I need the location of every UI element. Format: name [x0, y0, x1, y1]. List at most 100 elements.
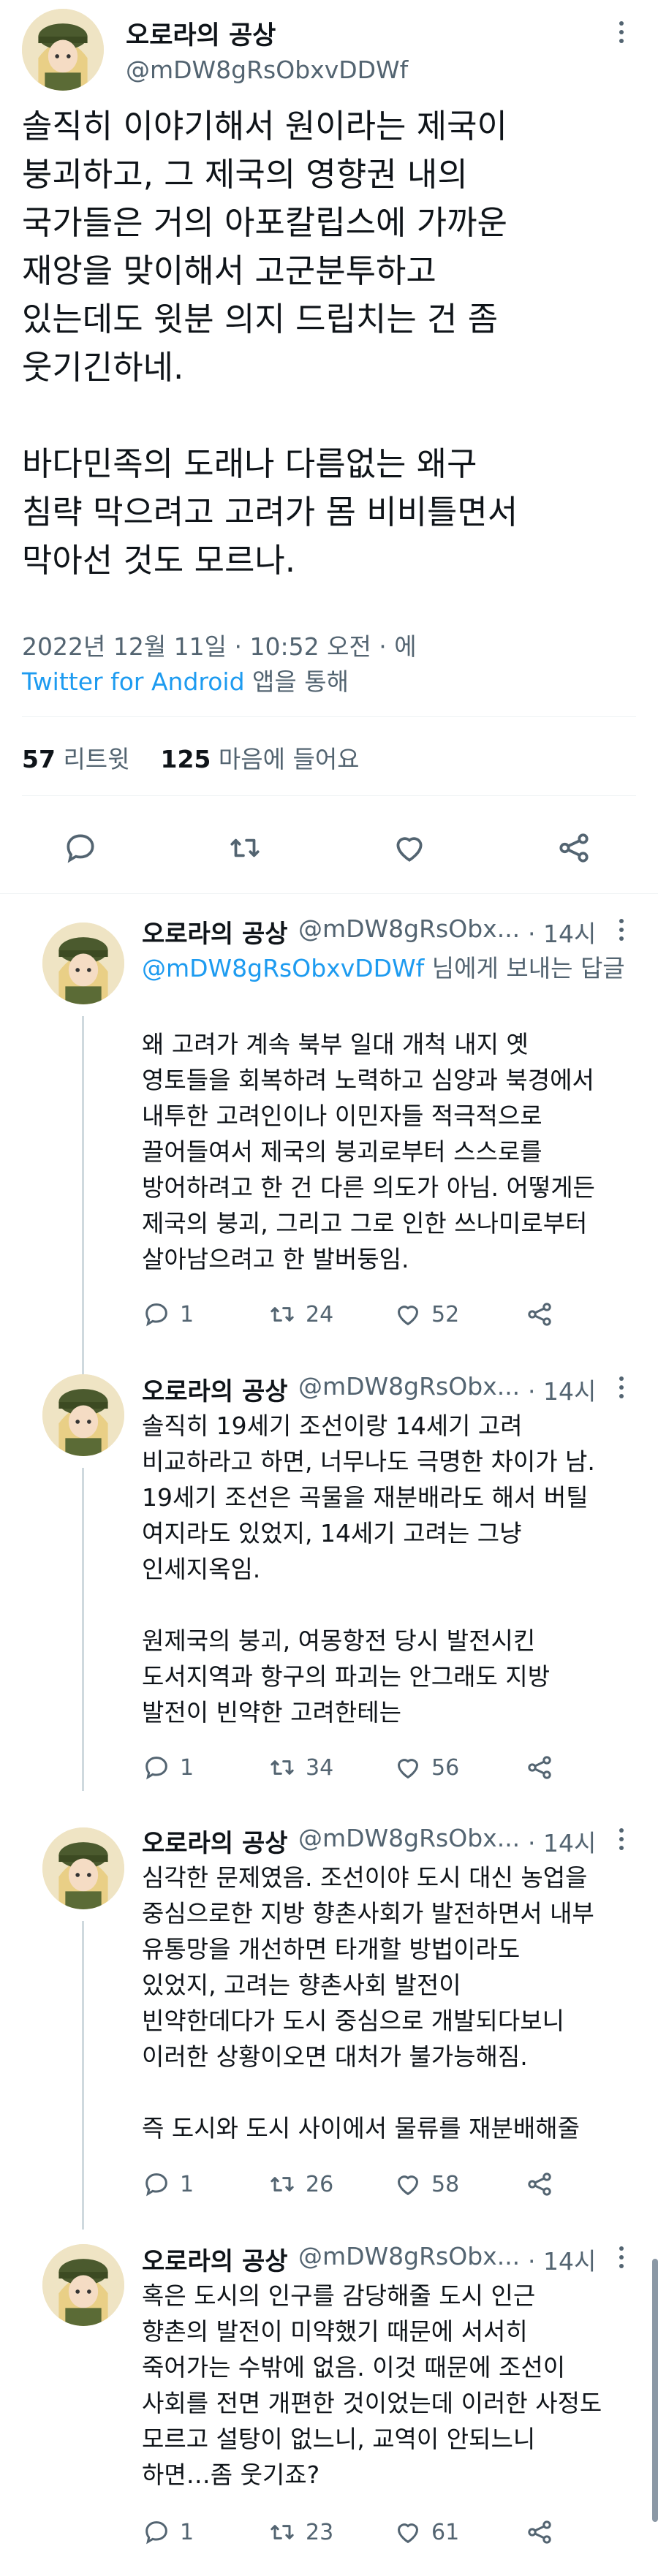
- like-button[interactable]: 61: [393, 2516, 459, 2548]
- reply-count: 1: [180, 2171, 194, 2197]
- reply-action-bar: 1 24 52: [142, 1298, 595, 1330]
- reply-action-bar: 1 23 61: [142, 2516, 595, 2548]
- heart-icon: [397, 2523, 419, 2544]
- tweet-action-bar: [0, 826, 658, 870]
- divider: [0, 893, 658, 894]
- reply-button[interactable]: [58, 826, 102, 870]
- reply-author-handle[interactable]: @mDW8gRsObx...: [298, 1372, 520, 1401]
- more-options-button[interactable]: [607, 1825, 636, 1854]
- share-button[interactable]: [525, 2516, 554, 2548]
- avatar-illustration: [42, 1374, 124, 1456]
- reply-author-handle[interactable]: @mDW8gRsObx...: [298, 914, 520, 943]
- share-icon: [528, 2172, 551, 2196]
- reply-author-name[interactable]: 오로라의 공상: [142, 914, 288, 950]
- reply-time[interactable]: · 14시: [528, 914, 596, 950]
- more-icon: [619, 2255, 624, 2259]
- retweet-label: 리트윗: [63, 745, 130, 773]
- avatar[interactable]: [42, 2244, 124, 2326]
- retweet-icon: [271, 1760, 294, 1775]
- share-button[interactable]: [525, 1751, 554, 1784]
- like-button[interactable]: 56: [393, 1751, 459, 1784]
- like-count: 125: [160, 745, 211, 773]
- reply-count: 1: [180, 2519, 194, 2545]
- avatar[interactable]: [42, 1827, 124, 1909]
- reply-tweet[interactable]: 오로라의 공상 @mDW8gRsObx... · 14시 심각한 문제였음. 조…: [0, 1791, 658, 2230]
- reply-time[interactable]: · 14시: [528, 2242, 596, 2277]
- reply-author-name[interactable]: 오로라의 공상: [142, 1823, 288, 1859]
- avatar[interactable]: [22, 9, 104, 91]
- reply-time[interactable]: · 14시: [528, 1824, 596, 1859]
- like-button[interactable]: 58: [393, 2168, 459, 2200]
- share-icon: [528, 2520, 551, 2544]
- source-link[interactable]: Twitter for Android: [22, 667, 245, 696]
- retweets-stat[interactable]: 57 리트윗: [22, 745, 130, 773]
- heart-icon: [397, 1306, 419, 1326]
- like-count: 56: [431, 1754, 460, 1781]
- thread-line: [82, 1468, 84, 1791]
- reply-button[interactable]: 1: [142, 2168, 194, 2200]
- retweet-icon: [230, 838, 260, 857]
- reply-text: 심각한 문제였음. 조선이야 도시 대신 농업을 중심으로한 지방 향촌사회가 …: [142, 1863, 594, 2143]
- reply-text: 왜 고려가 계속 북부 일대 개척 내지 옛 영토들을 회복하려 노력하고 심양…: [142, 1030, 595, 1273]
- reply-author-name[interactable]: 오로라의 공상: [142, 2241, 288, 2277]
- avatar[interactable]: [42, 1374, 124, 1456]
- share-icon: [528, 1303, 551, 1326]
- scrollbar[interactable]: [652, 2259, 658, 2522]
- share-button[interactable]: [525, 1298, 554, 1330]
- more-options-button[interactable]: [607, 1373, 636, 1402]
- tweet-stats: 57 리트윗 125 마음에 들어요: [22, 740, 360, 775]
- reply-tweet[interactable]: 오로라의 공상 @mDW8gRsObx... · 14시 혹은 도시의 인구를 …: [0, 2230, 658, 2576]
- author-handle[interactable]: @mDW8gRsObxvDDWf: [126, 56, 408, 84]
- heart-icon: [397, 2175, 419, 2196]
- heart-icon: [397, 1759, 419, 1779]
- reply-button[interactable]: 1: [142, 1298, 194, 1330]
- more-options-button[interactable]: [607, 915, 636, 944]
- more-icon: [619, 1837, 624, 1841]
- share-button[interactable]: [525, 2168, 554, 2200]
- reply-author-handle[interactable]: @mDW8gRsObx...: [298, 2242, 520, 2270]
- retweet-button[interactable]: 34: [268, 1751, 333, 1784]
- more-options-button[interactable]: [607, 2243, 636, 2272]
- reply-icon: [145, 2173, 167, 2197]
- reply-tweet[interactable]: 오로라의 공상 @mDW8gRsObx... · 14시 @mDW8gRsObx…: [0, 906, 658, 1374]
- tweet-source: Twitter for Android 앱을 통해: [22, 662, 349, 697]
- heart-icon: [396, 837, 423, 862]
- reply-text: 혹은 도시의 인구를 감당해줄 도시 인근 향촌의 발전이 미약했기 때문에 서…: [142, 2281, 602, 2489]
- retweet-count: 24: [306, 1301, 334, 1327]
- reply-time[interactable]: · 14시: [528, 1372, 596, 1407]
- reply-button[interactable]: 1: [142, 2516, 194, 2548]
- reply-author-handle[interactable]: @mDW8gRsObx...: [298, 1824, 520, 1852]
- tweet-text: 솔직히 이야기해서 원이라는 제국이 붕괴하고, 그 제국의 영향권 내의 국가…: [22, 107, 518, 580]
- retweet-button[interactable]: 26: [268, 2168, 333, 2200]
- retweet-button[interactable]: 24: [268, 1298, 333, 1330]
- tweet-timestamp[interactable]: 2022년 12월 11일 · 10:52 오전 · 에: [22, 627, 417, 662]
- avatar-illustration: [22, 9, 104, 91]
- like-button[interactable]: [387, 826, 431, 870]
- retweet-button[interactable]: [223, 826, 267, 870]
- avatar[interactable]: [42, 923, 124, 1004]
- reply-author-name[interactable]: 오로라의 공상: [142, 1371, 288, 1407]
- like-button[interactable]: 52: [393, 1298, 459, 1330]
- retweet-button[interactable]: 23: [268, 2516, 333, 2548]
- avatar-illustration: [42, 2244, 124, 2326]
- reply-count: 1: [180, 1301, 194, 1327]
- retweet-count: 23: [306, 2519, 334, 2545]
- replying-suffix: 님에게 보내는 답글: [424, 954, 625, 982]
- share-icon: [528, 1756, 551, 1779]
- likes-stat[interactable]: 125 마음에 들어요: [161, 745, 360, 773]
- author-name[interactable]: 오로라의 공상: [126, 15, 276, 52]
- replying-mention[interactable]: @mDW8gRsObxvDDWf: [142, 954, 424, 982]
- retweet-count: 26: [306, 2171, 334, 2197]
- thread-line: [82, 1921, 84, 2230]
- replying-to: @mDW8gRsObxvDDWf 님에게 보내는 답글: [142, 950, 632, 986]
- more-options-button[interactable]: [607, 18, 636, 47]
- share-button[interactable]: [552, 826, 596, 870]
- like-count: 58: [431, 2171, 460, 2197]
- reply-action-bar: 1 34 56: [142, 1751, 595, 1784]
- thread-line: [82, 1016, 84, 1374]
- reply-tweet[interactable]: 오로라의 공상 @mDW8gRsObx... · 14시 솔직히 19세기 조선…: [0, 1371, 658, 1791]
- reply-button[interactable]: 1: [142, 1751, 194, 1784]
- like-count: 52: [431, 1301, 460, 1327]
- reply-text: 솔직히 19세기 조선이랑 14세기 고려 비교하라고 하면, 너무나도 극명한…: [142, 1412, 595, 1727]
- avatar-illustration: [42, 923, 124, 1004]
